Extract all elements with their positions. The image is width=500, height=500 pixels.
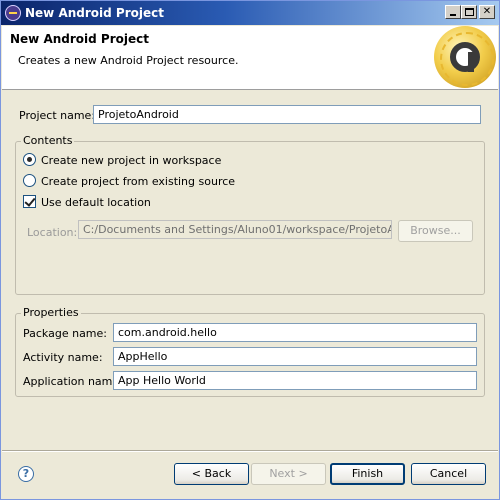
project-name-input[interactable]: ProjetoAndroid [93,105,481,124]
contents-legend: Contents [21,134,75,147]
from-existing-radio[interactable] [23,174,36,187]
minimize-button[interactable] [445,5,461,19]
package-name-label: Package name: [23,327,107,340]
application-name-label: Application name: [23,375,123,388]
activity-name-label: Activity name: [23,351,103,364]
wizard-banner: New Android Project Creates a new Androi… [2,26,498,90]
new-android-project-window: New Android Project ✕ New Android Projec… [0,0,500,500]
title-bar[interactable]: New Android Project ✕ [1,1,499,25]
wizard-title: New Android Project [10,32,149,46]
close-button[interactable]: ✕ [479,5,495,19]
use-default-location-label[interactable]: Use default location [41,196,151,209]
activity-name-input[interactable]: AppHello [113,347,477,366]
window-title: New Android Project [25,6,164,20]
logo-letter-a [450,42,480,72]
package-name-input[interactable]: com.android.hello [113,323,477,342]
footer-separator [2,450,498,452]
from-existing-label[interactable]: Create project from existing source [41,175,235,188]
android-adt-logo [434,26,496,88]
project-name-label: Project name: [19,109,96,122]
finish-button[interactable]: Finish [330,463,405,485]
create-new-label[interactable]: Create new project in workspace [41,154,221,167]
back-button[interactable]: < Back [174,463,249,485]
application-name-input[interactable]: App Hello World [113,371,477,390]
help-icon[interactable]: ? [18,466,34,482]
maximize-icon [465,8,474,16]
wizard-description: Creates a new Android Project resource. [18,54,239,67]
create-new-radio[interactable] [23,153,36,166]
properties-legend: Properties [21,306,81,319]
close-icon: ✕ [482,6,492,17]
use-default-location-checkbox[interactable] [23,195,36,208]
location-label: Location: [27,226,78,239]
location-input: C:/Documents and Settings/Aluno01/worksp… [78,220,392,239]
minimize-icon [450,14,456,16]
maximize-button[interactable] [461,5,477,19]
next-button: Next > [251,463,326,485]
android-adt-icon [5,5,21,21]
browse-button: Browse... [398,220,473,242]
cancel-button[interactable]: Cancel [411,463,486,485]
